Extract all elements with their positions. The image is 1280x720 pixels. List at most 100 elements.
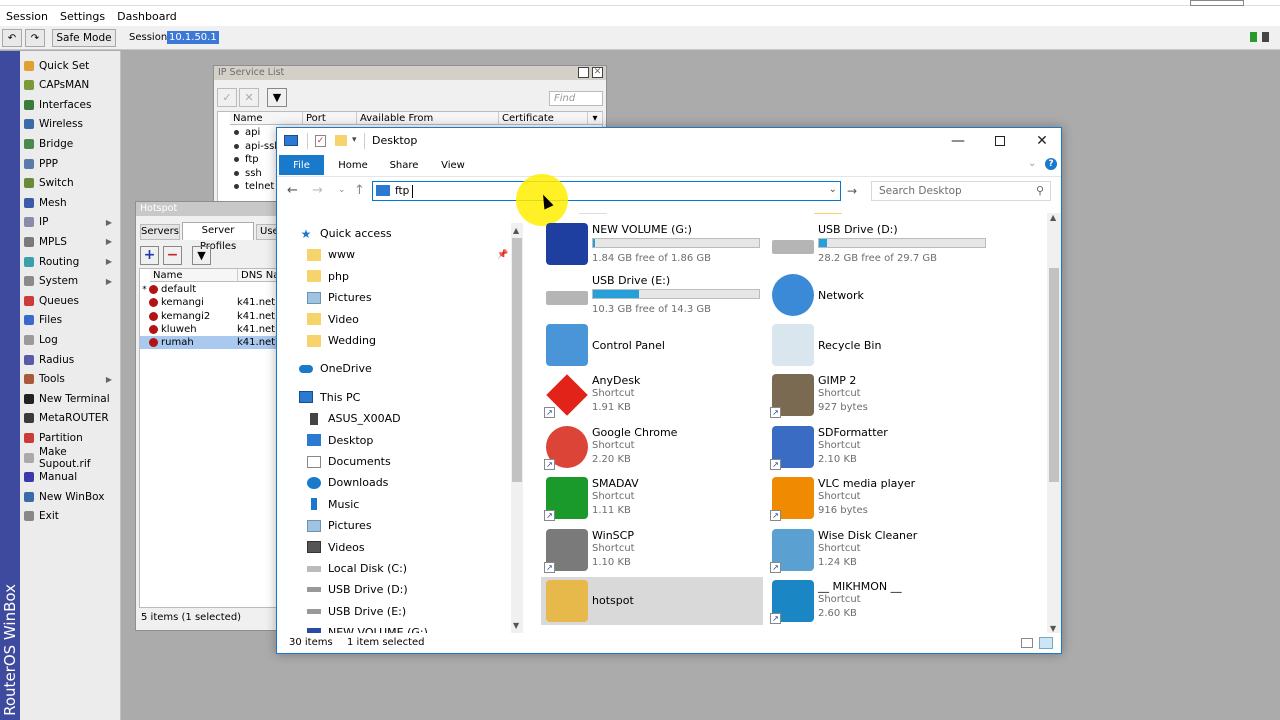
sidebar-item-capsman[interactable]: CAPsMAN [20,76,120,95]
nav-scrollbar[interactable]: ▲ ▼ [511,223,523,633]
table-row[interactable]: kemangi k41.net [140,296,290,309]
table-row[interactable]: kluweh k41.net [140,323,290,336]
search-box[interactable]: Search Desktop ⚲ [871,181,1051,201]
go-icon[interactable]: → [844,181,860,201]
maximize-icon[interactable] [578,67,589,78]
close-button[interactable]: ✕ [1021,128,1063,154]
sidebar-item-make-supout-rif[interactable]: Make Supout.rif [20,446,120,470]
expand-ribbon-icon[interactable]: ⌄ [1028,158,1036,169]
new-folder-icon[interactable] [335,135,347,146]
disable-icon[interactable]: ✕ [239,88,259,107]
sidebar-item-queues[interactable]: Queues [20,291,120,310]
sidebar-item-ip[interactable]: IP ▶ [20,213,120,232]
sidebar-item-routing[interactable]: Routing ▶ [20,252,120,271]
sidebar-item-bridge[interactable]: Bridge [20,134,120,153]
session-value[interactable]: 10.1.50.1 [167,31,219,44]
sidebar-item-switch[interactable]: Switch [20,174,120,193]
remove-icon[interactable]: − [163,246,182,265]
safe-mode-button[interactable]: Safe Mode [52,29,116,47]
file-item-control-panel[interactable]: Control Panel [541,321,763,369]
undo-button[interactable]: ↶ [2,29,22,47]
file-item-sdformatter[interactable]: ↗ SDFormatter Shortcut 2.10 KB [767,423,989,471]
filter-icon[interactable]: ▼ [267,88,287,107]
file-item-anydesk[interactable]: ↗ AnyDesk Shortcut 1.91 KB [541,371,763,419]
sidebar-item-tools[interactable]: Tools ▶ [20,370,120,389]
file-item-hotspot[interactable]: hotspot [541,577,763,625]
forward-icon[interactable]: → [312,183,323,198]
sidebar-item-metarouter[interactable]: MetaROUTER [20,409,120,428]
file-item-gimp-2[interactable]: ↗ GIMP 2 Shortcut 927 bytes [767,371,989,419]
nav-this-pc[interactable]: This PC [279,387,507,408]
sidebar-item-files[interactable]: Files [20,311,120,330]
column-menu-icon[interactable]: ▾ [588,112,603,125]
sidebar-item-new-winbox[interactable]: New WinBox [20,487,120,506]
nav-item-new-volume-g[interactable]: NEW VOLUME (G:) [279,622,507,633]
file-item-usb-drive-d[interactable]: USB Drive (D:) 28.2 GB free of 29.7 GB [767,220,989,268]
tab-file[interactable]: File [279,155,324,175]
add-icon[interactable]: + [140,246,159,265]
nav-item-video[interactable]: Video [279,309,507,330]
sidebar-item-exit[interactable]: Exit [20,507,120,526]
find-input[interactable]: Find [549,91,603,106]
col-port[interactable]: Port [303,112,357,125]
sidebar-item-manual[interactable]: Manual [20,468,120,487]
sidebar-item-interfaces[interactable]: Interfaces [20,95,120,114]
scroll-up-icon[interactable]: ▲ [513,226,519,235]
search-icon[interactable]: ⚲ [1036,184,1044,197]
sidebar-item-quick-set[interactable]: Quick Set [20,56,120,75]
nav-item-local-disk-c[interactable]: Local Disk (C:) [279,558,507,579]
close-icon[interactable]: ✕ [592,67,603,78]
nav-item-documents[interactable]: Documents [279,451,507,472]
col-name[interactable]: Name [150,269,238,282]
sidebar-item-mpls[interactable]: MPLS ▶ [20,232,120,251]
table-row[interactable]: * default [140,283,290,296]
content-scrollbar[interactable]: ▲ ▼ [1047,213,1061,633]
menu-session[interactable]: Session [6,10,48,23]
details-view-icon[interactable] [1021,638,1033,648]
sidebar-item-new-terminal[interactable]: New Terminal [20,389,120,408]
scroll-up-icon[interactable]: ▲ [1050,213,1056,222]
table-row[interactable]: rumah k41.net [140,336,290,350]
col-certificate[interactable]: Certificate [499,112,588,125]
file-item-smadav[interactable]: ↗ SMADAV Shortcut 1.11 KB [541,474,763,522]
nav-item-pictures[interactable]: Pictures [279,287,507,308]
back-icon[interactable]: ← [287,183,298,198]
properties-icon[interactable]: ✓ [315,135,326,147]
filter-icon[interactable]: ▼ [192,246,211,265]
tab-view[interactable]: View [433,155,473,175]
nav-item-usb-drive-d[interactable]: USB Drive (D:) [279,579,507,600]
maximize-button[interactable] [979,128,1021,154]
table-row[interactable]: kemangi2 k41.net [140,310,290,323]
up-icon[interactable]: ↑ [354,183,365,198]
large-icons-view-icon[interactable] [1039,637,1053,649]
sidebar-item-mesh[interactable]: Mesh [20,193,120,212]
nav-item-wedding[interactable]: Wedding [279,330,507,351]
scroll-down-icon[interactable]: ▼ [1050,624,1056,633]
help-icon[interactable]: ? [1045,158,1057,170]
content-scroll-thumb[interactable] [1049,268,1059,482]
nav-item-php[interactable]: php [279,266,507,287]
tab-home[interactable]: Home [331,155,375,175]
menu-dashboard[interactable]: Dashboard [117,10,177,23]
nav-item-www[interactable]: www 📌 [279,244,508,265]
col-name[interactable]: Name [230,112,303,125]
file-item-usb-drive-e[interactable]: USB Drive (E:) 10.3 GB free of 14.3 GB [541,271,763,319]
address-input[interactable]: ftp [395,185,409,197]
search-input[interactable]: Search Desktop [879,185,962,197]
tab-share[interactable]: Share [383,155,425,175]
minimize-button[interactable]: — [937,128,979,154]
recent-locations-icon[interactable]: ⌄ [338,185,346,195]
file-item-recycle-bin[interactable]: Recycle Bin [767,321,989,369]
address-dropdown-icon[interactable]: ⌄ [829,184,837,195]
nav-onedrive[interactable]: OneDrive [279,358,507,379]
col-available-from[interactable]: Available From [357,112,499,125]
sidebar-item-system[interactable]: System ▶ [20,272,120,291]
address-bar[interactable]: ftp ⌄ [372,181,841,201]
nav-scroll-thumb[interactable] [512,238,522,482]
file-item-google-chrome[interactable]: ↗ Google Chrome Shortcut 2.20 KB [541,423,763,471]
nav-item-asus-x00ad[interactable]: ASUS_X00AD [279,408,507,429]
file-item-network[interactable]: Network [767,271,989,319]
scroll-down-icon[interactable]: ▼ [513,621,519,630]
nav-item-desktop[interactable]: Desktop [279,430,507,451]
menu-settings[interactable]: Settings [60,10,105,23]
